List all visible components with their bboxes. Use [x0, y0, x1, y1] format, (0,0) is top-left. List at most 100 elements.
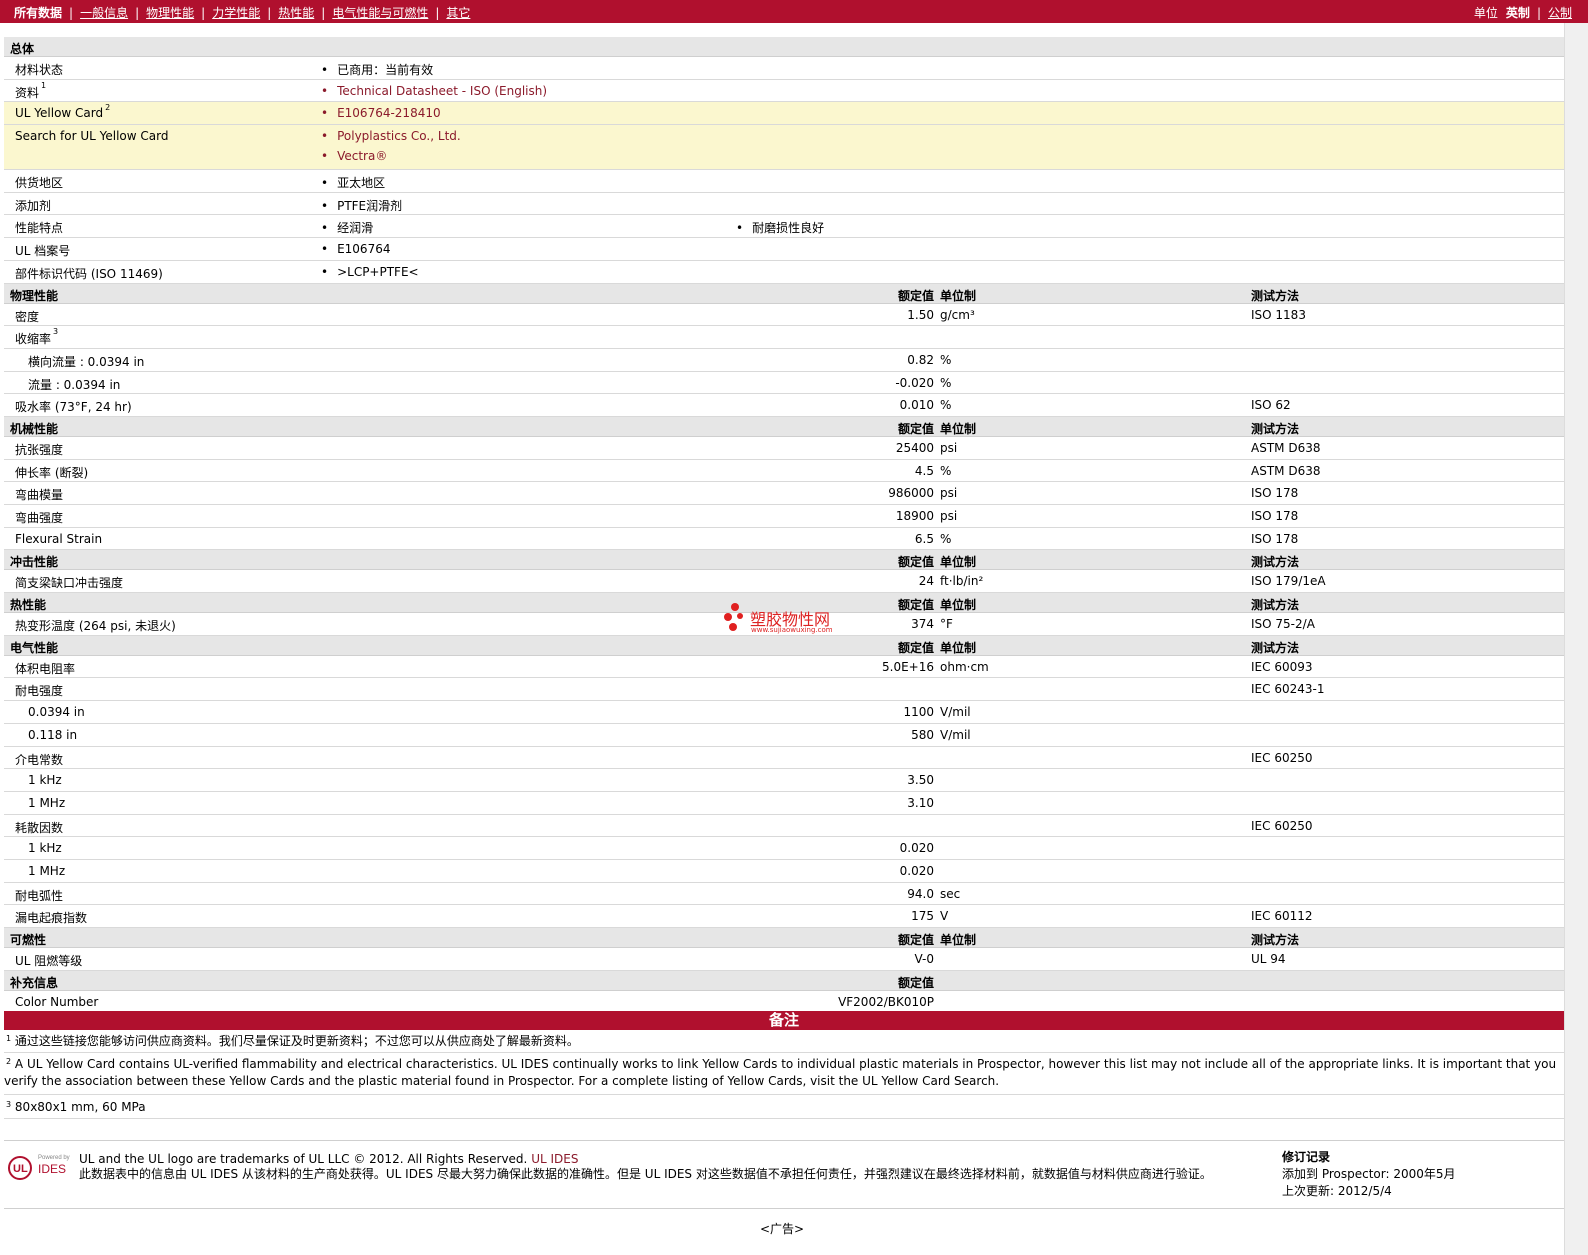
row-unit: % — [940, 531, 952, 546]
table-row: 0.118 in 580 V/mil — [4, 724, 1564, 747]
row-unit: g/cm³ — [940, 307, 975, 322]
trademark-text: UL and the UL logo are trademarks of UL … — [79, 1152, 528, 1166]
footnote-number: 1 — [6, 1034, 12, 1043]
row-value: 5.0E+16 — [882, 659, 934, 674]
table-row: 性能特点 经润滑 耐磨损性良好 — [4, 215, 1564, 239]
row-label: UL Yellow Card 2 — [15, 103, 110, 120]
row-value: 1100 — [903, 705, 934, 720]
label-note: (264 psi, 未退火) — [78, 619, 176, 634]
col-header-method: 测试方法 — [1251, 598, 1300, 613]
footnote-ref[interactable]: 3 — [53, 327, 58, 336]
revision-added: 添加到 Prospector: 2000年5月 — [1282, 1167, 1456, 1181]
datasheet-link[interactable]: Technical Datasheet - ISO (English) — [321, 84, 547, 98]
supplier-link[interactable]: Polyplastics Co., Ltd. — [321, 129, 461, 143]
label-note: (断裂) — [54, 465, 89, 480]
ul-logo-icon: Powered by UL IDES — [8, 1155, 70, 1180]
nav-mechanical[interactable]: 力学性能 — [212, 4, 260, 21]
col-header-unit: 单位制 — [940, 640, 977, 655]
table-row: 添加剂 PTFE润滑剂 — [4, 193, 1564, 216]
row-label: 1 MHz — [28, 795, 66, 810]
table-row: Search for UL Yellow Card Polyplastics C… — [4, 125, 1564, 171]
row-unit: V/mil — [940, 727, 971, 742]
watermark-dots-icon — [724, 603, 743, 631]
col-header-unit: 单位制 — [940, 555, 977, 570]
section-header-impact: 冲击性能 额定值 单位制 测试方法 — [4, 550, 1564, 571]
table-row: 抗张强度 25400 psi ASTM D638 — [4, 437, 1564, 460]
table-row: 供货地区 亚太地区 — [4, 170, 1564, 193]
nav-separator: | — [267, 5, 272, 20]
row-value: 94.0 — [907, 886, 934, 901]
table-row: Flexural Strain 6.5 % ISO 178 — [4, 528, 1564, 551]
legal-line-1: UL and the UL logo are trademarks of UL … — [79, 1152, 1259, 1167]
col-header-method: 测试方法 — [1251, 555, 1300, 570]
row-label: 0.0394 in — [28, 705, 85, 720]
brand-link[interactable]: Vectra® — [321, 149, 387, 163]
row-label: 漏电起痕指数 — [15, 911, 88, 926]
row-label: 收缩率3 — [15, 327, 58, 347]
ul-ides-link[interactable]: UL IDES — [531, 1152, 578, 1166]
col-header-method: 测试方法 — [1251, 288, 1300, 303]
table-row: 横向流量 : 0.0394 in 0.82 % — [4, 349, 1564, 372]
section-title: 物理性能 — [10, 288, 59, 303]
row-unit: psi — [940, 509, 958, 523]
row-unit: psi — [940, 440, 958, 455]
unit-metric[interactable]: 公制 — [1548, 4, 1572, 21]
nav-thermal[interactable]: 热性能 — [278, 4, 314, 21]
row-value: 6.5 — [914, 531, 934, 546]
footnote-2: 2 A UL Yellow Card contains UL-verified … — [4, 1056, 1564, 1095]
logo-powered-text: Powered by — [38, 1155, 70, 1161]
row-method: ASTM D638 — [1251, 440, 1321, 455]
nav-separator: | — [435, 5, 440, 20]
label-note: (ISO 11469) — [90, 266, 163, 281]
row-label: UL 档案号 — [15, 244, 71, 259]
footnote-ref[interactable]: 2 — [105, 103, 110, 112]
row-label: 0.118 in — [28, 727, 78, 742]
table-row: 耗散因数 IEC 60250 — [4, 815, 1564, 838]
row-method: IEC 60243-1 — [1251, 682, 1325, 697]
nav-all-data[interactable]: 所有数据 — [14, 4, 62, 21]
section-nav: 所有数据 | 一般信息 | 物理性能 | 力学性能 | 热性能 | 电气性能与可… — [14, 4, 470, 21]
nav-separator: | — [321, 5, 326, 20]
section-header-electrical: 电气性能 额定值 单位制 测试方法 — [4, 635, 1564, 656]
row-value: VF2002/BK010P — [838, 994, 934, 1009]
footnote-text: A UL Yellow Card contains UL-verified fl… — [4, 1057, 1557, 1088]
nav-electrical-flammability[interactable]: 电气性能与可燃性 — [332, 4, 428, 21]
row-value: 580 — [911, 727, 934, 742]
row-method: IEC 60112 — [1251, 909, 1313, 924]
table-row: 介电常数 IEC 60250 — [4, 747, 1564, 770]
table-row: UL Yellow Card2 E106764-218410 — [4, 102, 1564, 126]
footer: Powered by UL IDES UL and the UL logo ar… — [4, 1140, 1564, 1209]
row-method: ISO 178 — [1251, 531, 1299, 546]
col-header-nominal: 额定值 — [897, 421, 934, 436]
unit-english[interactable]: 英制 — [1506, 4, 1530, 21]
nav-general-info[interactable]: 一般信息 — [80, 4, 128, 21]
row-label: 供货地区 — [15, 176, 64, 191]
label-note: (73°F, 24 hr) — [54, 400, 132, 415]
revision-title: 修订记录 — [1282, 1150, 1331, 1164]
table-row: Color Number VF2002/BK010P — [4, 991, 1564, 1014]
footnote-3: 3 80x80x1 mm, 60 MPa — [4, 1099, 1564, 1119]
row-unit: °F — [940, 617, 953, 632]
row-unit: ft·lb/in² — [940, 574, 984, 589]
row-label: 密度 — [15, 309, 40, 324]
ul-ides-logo: Powered by UL IDES — [7, 1151, 73, 1183]
col-header-method: 测试方法 — [1251, 640, 1300, 655]
section-title: 机械性能 — [10, 421, 59, 436]
row-value: V-0 — [914, 952, 934, 966]
table-row: 漏电起痕指数 175 V IEC 60112 — [4, 905, 1564, 928]
section-title: 补充信息 — [10, 975, 59, 990]
vertical-scrollbar[interactable] — [1564, 23, 1588, 1255]
row-value: 18900 — [895, 509, 934, 523]
nav-other[interactable]: 其它 — [446, 4, 470, 21]
col-header-nominal: 额定值 — [897, 598, 934, 613]
footnote-text: 通过这些链接您能够访问供应商资料。我们尽量保证及时更新资料；不过您可以从供应商处… — [14, 1034, 579, 1048]
nav-physical[interactable]: 物理性能 — [146, 4, 194, 21]
yellow-card-link[interactable]: E106764-218410 — [321, 106, 441, 120]
footnote-ref[interactable]: 1 — [41, 81, 46, 90]
row-label: 弯曲强度 — [15, 511, 64, 525]
revision-updated: 上次更新: 2012/5/4 — [1282, 1184, 1392, 1198]
row-label: 体积电阻率 — [15, 661, 76, 676]
row-value: 3.10 — [907, 795, 934, 810]
row-label: 1 kHz — [28, 773, 62, 788]
row-label: 抗张强度 — [15, 442, 64, 457]
